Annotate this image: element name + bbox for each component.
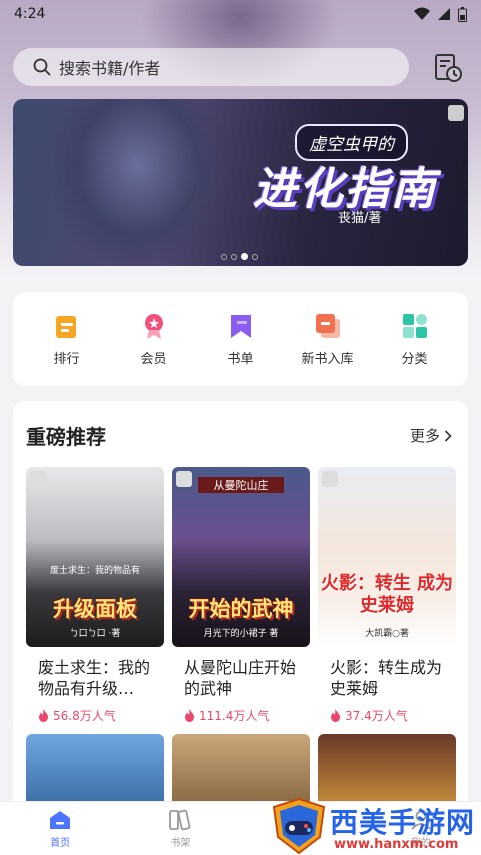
- flame-icon: [39, 709, 48, 722]
- cover-author: ㄅ口ㄅ口 ·著: [69, 629, 121, 639]
- tab-bookshelf-label: 书架: [170, 837, 191, 849]
- book-popularity: 111.4万人气: [172, 707, 310, 724]
- popularity-value: 111.4万人气: [199, 709, 270, 723]
- book-card[interactable]: 从曼陀山庄 开始的武神 月光下的小裙子 著 从曼陀山庄开始的武神 111.4万人…: [172, 467, 310, 724]
- publisher-logo: [30, 471, 46, 487]
- banner-author: 丧猫/著: [338, 211, 382, 226]
- cover-title: 开始的武神: [188, 597, 294, 621]
- cover-author: 大凯霸○著: [365, 629, 409, 639]
- search-icon: [33, 58, 51, 76]
- quick-new-books-label: 新书入库: [301, 351, 354, 367]
- quick-member-label: 会员: [140, 351, 167, 367]
- quick-entry-panel: 排行 会员 书单 新书入库 分类: [13, 292, 468, 386]
- book-cover-partial[interactable]: [172, 734, 310, 804]
- book-title: 废土求生：我的物品有升级…: [38, 658, 151, 698]
- quick-ranking-label: 排行: [53, 351, 80, 367]
- search-placeholder: 搜索书籍/作者: [59, 59, 161, 78]
- search-bar[interactable]: 搜索书籍/作者: [13, 48, 409, 86]
- cover-author: 月光下的小裙子 著: [203, 629, 279, 639]
- signal-icon: [438, 8, 450, 20]
- popularity-value: 56.8万人气: [53, 709, 116, 723]
- publisher-logo: [176, 471, 192, 487]
- publisher-logo: [448, 105, 464, 121]
- wifi-icon: [414, 7, 430, 20]
- book-cover: 火影：转生 成为史莱姆 大凯霸○著: [318, 467, 456, 647]
- category-icon: [402, 313, 427, 338]
- tab-bookshelf[interactable]: 书架: [140, 809, 220, 849]
- flame-icon: [185, 709, 194, 722]
- book-card[interactable]: 火影：转生 成为史莱姆 大凯霸○著 火影：转生成为史莱姆 37.4万人气: [318, 467, 456, 724]
- banner-artwork: [53, 99, 223, 266]
- status-time: 4:24: [14, 6, 46, 22]
- book-title: 从曼陀山庄开始的武神: [184, 658, 297, 698]
- watermark-url: www.hanxm.com: [334, 837, 459, 852]
- watermark-text: 西美手游网: [330, 806, 476, 839]
- book-cover-partial[interactable]: [26, 734, 164, 804]
- carousel-dot: [252, 253, 258, 260]
- carousel-dot-active: [241, 253, 248, 260]
- bookshelf-icon: [169, 809, 191, 830]
- booklist-icon: [230, 314, 251, 338]
- book-popularity: 37.4万人气: [318, 707, 456, 724]
- quick-category-label: 分类: [401, 351, 428, 367]
- banner-carousel[interactable]: 虚空虫甲的 进化指南 丧猫/著: [13, 99, 468, 266]
- reading-history-icon[interactable]: [432, 52, 464, 84]
- quick-member[interactable]: 会员: [114, 312, 194, 367]
- member-icon: [144, 313, 163, 339]
- status-bar: 4:24: [0, 0, 481, 28]
- cover-subtitle: 从曼陀山庄: [198, 477, 284, 493]
- ranking-icon: [55, 315, 76, 338]
- publisher-logo: [322, 471, 338, 487]
- quick-new-books[interactable]: 新书入库: [288, 312, 368, 367]
- home-icon: [50, 810, 71, 829]
- more-link[interactable]: 更多: [410, 425, 452, 446]
- book-cover-partial[interactable]: [318, 734, 456, 804]
- battery-icon: [458, 6, 467, 22]
- section-title: 重磅推荐: [26, 425, 106, 449]
- carousel-dot: [231, 253, 237, 260]
- book-card[interactable]: 废土求生：我的物品有 升级面板 ㄅ口ㄅ口 ·著 废土求生：我的物品有升级… 56…: [26, 467, 164, 724]
- quick-ranking[interactable]: 排行: [27, 312, 107, 367]
- cover-title: 升级面板: [53, 597, 137, 621]
- carousel-dot: [221, 253, 227, 260]
- book-popularity: 56.8万人气: [26, 707, 164, 724]
- watermark: 西美手游网 www.hanxm.com: [268, 797, 481, 855]
- book-cover: 从曼陀山庄 开始的武神 月光下的小裙子 著: [172, 467, 310, 647]
- book-cover: 废土求生：我的物品有 升级面板 ㄅ口ㄅ口 ·著: [26, 467, 164, 647]
- new-books-icon: [315, 313, 340, 338]
- carousel-indicator: [221, 253, 258, 260]
- flame-icon: [331, 709, 340, 722]
- quick-booklist-label: 书单: [227, 351, 254, 367]
- more-label: 更多: [409, 427, 440, 445]
- book-title: 火影：转生成为史莱姆: [330, 658, 443, 698]
- quick-category[interactable]: 分类: [375, 312, 455, 367]
- tab-home[interactable]: 首页: [20, 809, 100, 849]
- cover-subtitle: 废土求生：我的物品有: [49, 566, 140, 576]
- quick-booklist[interactable]: 书单: [201, 312, 281, 367]
- cover-title: 火影：转生 成为史莱姆: [320, 573, 454, 616]
- popularity-value: 37.4万人气: [345, 709, 408, 723]
- gamepad-shield-icon: [272, 797, 326, 855]
- tab-home-label: 首页: [50, 837, 71, 849]
- chevron-right-icon: [444, 429, 452, 442]
